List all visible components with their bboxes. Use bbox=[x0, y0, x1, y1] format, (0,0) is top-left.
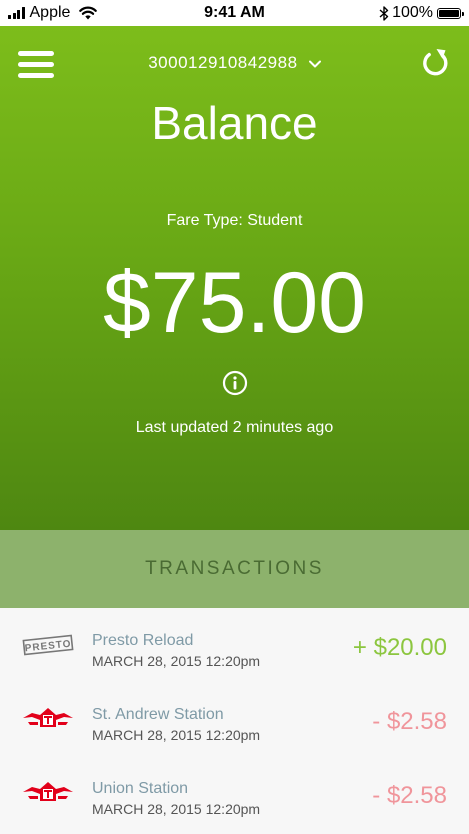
info-icon[interactable] bbox=[222, 370, 248, 396]
account-selector[interactable]: 300012910842988 bbox=[0, 53, 469, 73]
battery-icon bbox=[437, 7, 464, 19]
app-screen: Apple 9:41 AM 100% 300012910842988 Balan… bbox=[0, 0, 469, 834]
account-number: 300012910842988 bbox=[148, 53, 298, 72]
ttc-logo-icon bbox=[23, 708, 73, 727]
ttc-logo-icon bbox=[23, 782, 73, 801]
status-right: 100% bbox=[379, 4, 464, 22]
page-title: Balance bbox=[151, 97, 318, 149]
battery-percent: 100% bbox=[392, 4, 433, 21]
transactions-header[interactable]: TRANSACTIONS bbox=[0, 530, 469, 608]
transaction-amount: - $2.58 bbox=[372, 782, 447, 809]
bluetooth-icon bbox=[379, 5, 389, 21]
transaction-date: MARCH 28, 2015 12:20pm bbox=[92, 801, 261, 817]
chevron-down-icon bbox=[308, 60, 321, 68]
transaction-name: Union Station bbox=[92, 780, 189, 797]
transaction-row[interactable]: Union Station MARCH 28, 2015 12:20pm - $… bbox=[0, 756, 469, 830]
refresh-icon[interactable] bbox=[421, 46, 451, 78]
transactions-list: PRESTO Presto Reload MARCH 28, 2015 12:2… bbox=[0, 608, 469, 834]
transaction-name: St. Andrew Station bbox=[92, 706, 224, 723]
transaction-date: MARCH 28, 2015 12:20pm bbox=[92, 653, 261, 669]
balance-panel: 300012910842988 Balance Fare Type: Stude… bbox=[0, 26, 469, 530]
last-updated-label: Last updated 2 minutes ago bbox=[135, 419, 334, 436]
fare-type-label: Fare Type: Student bbox=[166, 212, 303, 229]
transaction-name: Presto Reload bbox=[92, 632, 194, 649]
transaction-row[interactable]: St. Andrew Station MARCH 28, 2015 12:20p… bbox=[0, 682, 469, 756]
balance-amount: $75.00 bbox=[102, 255, 367, 351]
transaction-row[interactable]: PRESTO Presto Reload MARCH 28, 2015 12:2… bbox=[0, 608, 469, 682]
transaction-date: MARCH 28, 2015 12:20pm bbox=[92, 727, 261, 743]
presto-logo-icon: PRESTO bbox=[22, 634, 74, 656]
transaction-amount: + $20.00 bbox=[352, 634, 447, 661]
status-bar: Apple 9:41 AM 100% bbox=[0, 0, 469, 26]
transaction-amount: - $2.58 bbox=[372, 708, 447, 735]
